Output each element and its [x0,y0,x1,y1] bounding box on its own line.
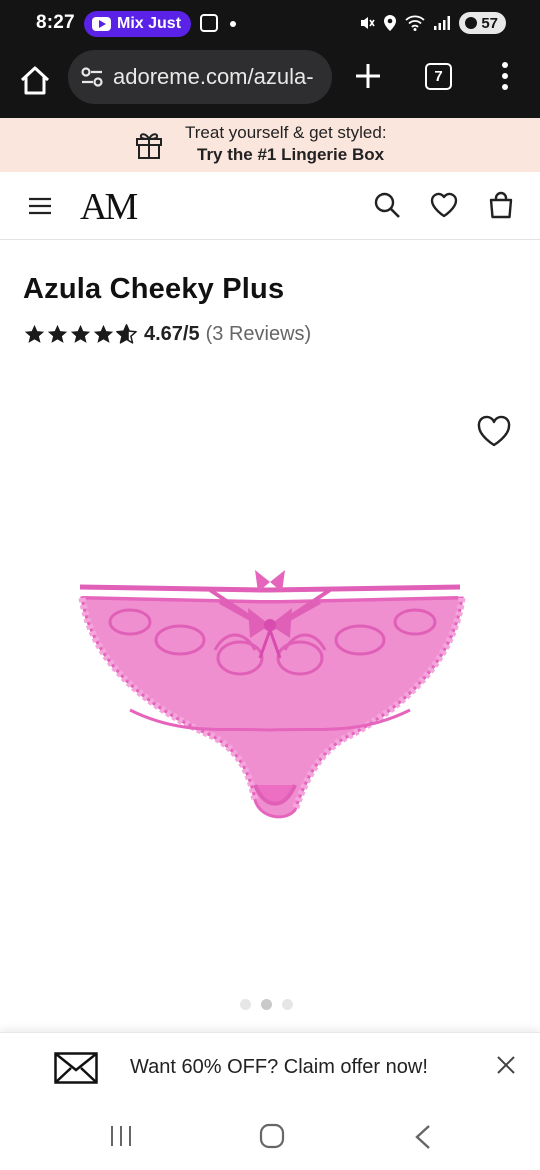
tabs-icon[interactable]: 7 [425,63,452,90]
tab-count: 7 [434,68,443,85]
status-bar: 8:27 Mix Just 57 [0,0,540,48]
product-title: Azula Cheeky Plus [23,273,285,305]
offer-bar[interactable]: Want 60% OFF? Claim offer now! [0,1032,540,1104]
close-icon[interactable] [496,1055,516,1075]
heart-icon[interactable] [476,414,512,448]
star-icon [47,324,68,343]
notification-dot-icon [230,21,236,27]
plus-icon[interactable] [352,60,384,92]
carousel-dot[interactable] [240,999,251,1010]
tune-icon[interactable] [80,66,104,88]
search-icon[interactable] [372,190,402,220]
promo-banner[interactable]: Treat yourself & get styled: Try the #1 … [0,118,540,172]
back-icon[interactable] [414,1124,432,1150]
wifi-icon [405,15,425,31]
gift-icon [136,133,162,159]
youtube-icon [92,17,111,31]
recents-icon[interactable] [109,1125,133,1147]
product-rating[interactable]: 4.67/5 (3 Reviews) [23,321,311,347]
rating-stars [23,323,138,345]
carousel-dots[interactable] [240,999,293,1010]
promo-text-line2: Try the #1 Lingerie Box [197,145,385,164]
home-icon[interactable] [18,64,52,98]
screenshot-icon [200,14,218,32]
url-text: adoreme.com/azula- [113,64,314,89]
location-icon [384,15,397,31]
more-vertical-icon[interactable] [495,60,515,92]
promo-text-line1: Treat yourself & get styled: [185,123,387,142]
rating-count[interactable]: (3 Reviews) [206,323,312,346]
carousel-dot[interactable] [282,999,293,1010]
carousel-dot-active[interactable] [261,999,272,1010]
signal-icon [434,16,451,30]
brand-logo[interactable]: AM [80,185,138,229]
status-time: 8:27 [36,12,75,33]
envelope-icon [54,1052,98,1084]
star-half-icon [116,324,137,344]
star-icon [24,324,45,343]
site-header: AM [0,172,540,240]
media-pill-label: Mix Just [117,15,182,32]
media-notification-pill[interactable]: Mix Just [84,11,192,37]
product-image[interactable] [70,560,470,830]
battery-level: 57 [481,14,498,32]
home-circle-icon[interactable] [259,1123,285,1149]
status-icons: 57 [359,12,506,34]
battery-indicator: 57 [459,12,506,34]
star-icon [70,324,91,343]
star-icon [93,324,114,343]
rating-score: 4.67/5 [144,322,200,345]
offer-text[interactable]: Want 60% OFF? Claim offer now! [130,1056,428,1079]
browser-toolbar: adoreme.com/azula- 7 [0,48,540,118]
menu-icon[interactable] [28,195,52,217]
address-bar[interactable]: adoreme.com/azula- [68,50,332,104]
heart-icon[interactable] [429,190,459,220]
mute-icon [361,17,375,29]
system-nav-bar [0,1104,540,1170]
shopping-bag-icon[interactable] [486,190,516,220]
